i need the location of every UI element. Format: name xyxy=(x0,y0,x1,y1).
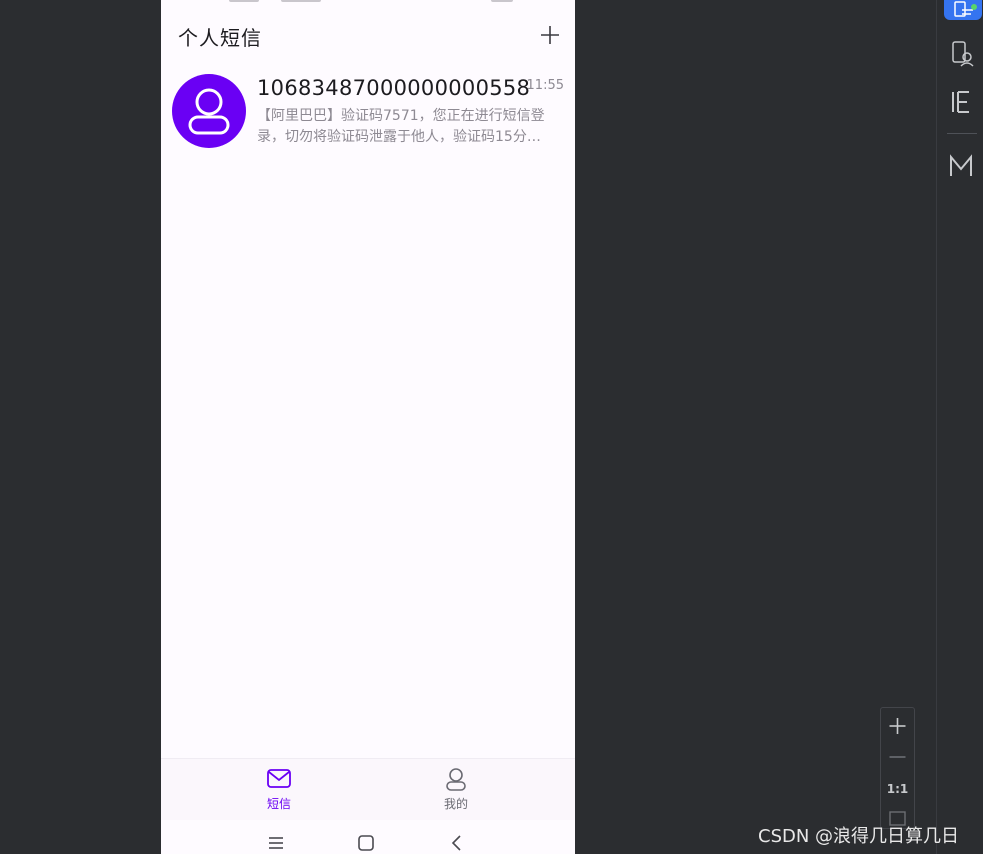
watermark: CSDN @浪得几日算几日 xyxy=(758,826,960,847)
plus-icon[interactable] xyxy=(537,22,563,48)
app-header: 个人短信 xyxy=(161,14,575,58)
layout-icon xyxy=(952,91,969,113)
zoom-controls: 1:1 xyxy=(880,707,915,829)
system-navigation xyxy=(161,820,575,854)
person-icon xyxy=(188,88,230,135)
toolbar-divider xyxy=(947,133,977,134)
message-list-empty-area xyxy=(161,156,575,756)
ide-tool-strip xyxy=(936,0,983,854)
phone-screen: 个人短信 10683487000000000558 11:55 【阿里巴巴】验证… xyxy=(161,0,575,854)
page-title: 个人短信 xyxy=(178,26,262,50)
zoom-in-button[interactable] xyxy=(881,710,914,740)
running-devices-button[interactable] xyxy=(944,0,982,20)
zoom-out-button[interactable] xyxy=(881,742,914,772)
message-time: 11:55 xyxy=(526,78,564,93)
tab-me-label: 我的 xyxy=(443,797,468,811)
list-item[interactable]: 10683487000000000558 11:55 【阿里巴巴】验证码7571… xyxy=(161,68,575,156)
message-preview: 【阿里巴巴】验证码7571，您正在进行短信登录，切勿将验证码泄露于他人，验证码1… xyxy=(257,108,545,145)
tab-me[interactable]: 我的 xyxy=(416,767,496,817)
gradle-button[interactable] xyxy=(943,148,979,184)
back-icon[interactable] xyxy=(446,832,468,854)
device-mirror-icon xyxy=(954,1,977,17)
avatar xyxy=(172,74,246,148)
tab-sms-label: 短信 xyxy=(266,797,291,811)
status-bar xyxy=(161,0,575,6)
home-icon[interactable] xyxy=(355,832,377,854)
menu-icon[interactable] xyxy=(265,832,287,854)
device-manager-button[interactable] xyxy=(943,35,979,71)
m-icon xyxy=(950,154,972,176)
tab-sms[interactable]: 短信 xyxy=(239,767,319,817)
person-icon xyxy=(446,768,466,791)
layout-inspector-button[interactable] xyxy=(943,84,979,120)
plus-icon xyxy=(889,718,906,734)
device-manager-icon xyxy=(952,41,974,67)
message-sender: 10683487000000000558 xyxy=(257,76,531,100)
bottom-navigation: 短信 我的 xyxy=(161,758,575,821)
zoom-ratio-button[interactable]: 1:1 xyxy=(881,782,914,796)
minus-icon xyxy=(889,756,906,758)
mail-icon xyxy=(267,769,291,788)
